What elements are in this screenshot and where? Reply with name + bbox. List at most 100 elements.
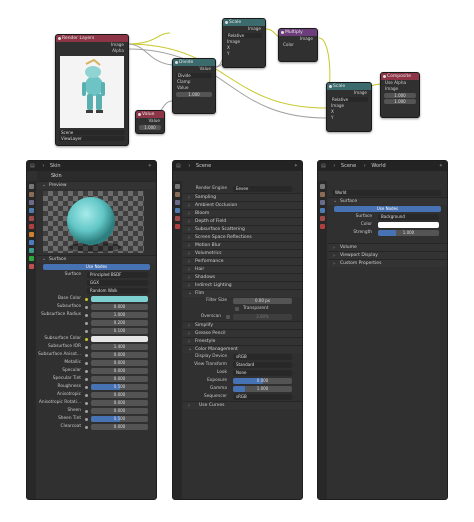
editor-type-icon[interactable]: ▤ (30, 163, 35, 169)
particles-tab-icon[interactable] (29, 248, 34, 253)
socket-dot-icon[interactable] (85, 361, 88, 365)
pin-icon[interactable]: ✦ (439, 161, 443, 171)
render-layers-node[interactable]: Render Layers Image Alpha Scene ViewLaye… (55, 34, 129, 146)
value-field[interactable]: 1.000 (91, 312, 148, 318)
value-field[interactable]: 0.500 (91, 416, 148, 422)
collapsed-section[interactable]: Shadows (183, 273, 302, 282)
color-swatch[interactable] (91, 296, 148, 302)
display-device-select[interactable]: sRGB (233, 354, 292, 360)
scale-node-2[interactable]: Scale Image Relative Image X Y (326, 82, 372, 132)
gamma-field[interactable]: 1.000 (233, 386, 292, 392)
world-datablock-select[interactable]: World (332, 190, 441, 196)
surface-shader-select[interactable]: Background (378, 214, 439, 220)
composite-node[interactable]: Composite Use Alpha Image 1.000 1.000 (380, 72, 420, 118)
collapsed-section[interactable]: Depth of Field (183, 217, 302, 226)
value-field[interactable]: 1.400 (91, 344, 148, 350)
value-field[interactable]: 0.200 (91, 320, 148, 326)
value-field[interactable]: 1.000 (176, 92, 212, 97)
surface-section[interactable]: Surface (37, 255, 156, 263)
render-tab-icon[interactable] (175, 192, 180, 197)
use-curves-subsection[interactable]: Use Curves (183, 401, 302, 410)
use-nodes-button[interactable]: Use Nodes (43, 264, 150, 270)
world-tab-icon[interactable] (320, 224, 325, 229)
collapsed-section[interactable]: Viewport Display (328, 251, 447, 260)
collapsed-section[interactable]: Hair (183, 265, 302, 274)
color-swatch[interactable] (378, 222, 439, 228)
socket-dot-icon[interactable] (85, 313, 88, 317)
socket-dot-icon[interactable] (85, 417, 88, 421)
scale-node-1[interactable]: Scale Image Relative Image X Y (222, 18, 266, 68)
material-properties-panel[interactable]: ▤ › Skin ✦ Skin Preview (26, 160, 157, 500)
socket-dot-icon[interactable] (85, 353, 88, 357)
view-layer-tab-icon[interactable] (320, 208, 325, 213)
collapsed-section[interactable]: Volumetrics (183, 249, 302, 258)
collapsed-section[interactable]: Subsurface Scattering (183, 225, 302, 234)
material-tab-icon[interactable] (29, 264, 34, 269)
z-field[interactable]: 1.000 (384, 99, 416, 104)
socket-dot-icon[interactable] (85, 297, 88, 301)
socket-dot-icon[interactable] (85, 329, 88, 333)
socket-dot-icon[interactable] (85, 369, 88, 373)
node-editor[interactable]: Render Layers Image Alpha Scene ViewLaye… (47, 12, 436, 156)
socket-dot-icon[interactable] (85, 345, 88, 349)
value-field[interactable]: 1.000 (139, 125, 161, 130)
render-tab-icon[interactable] (320, 192, 325, 197)
sequencer-select[interactable]: sRGB (233, 394, 292, 400)
socket-dot-icon[interactable] (85, 393, 88, 397)
socket-dot-icon[interactable] (85, 409, 88, 413)
scene-tab-icon[interactable] (29, 216, 34, 221)
scene-selector[interactable]: Scene (59, 130, 125, 135)
value-field[interactable]: 0.000 (91, 352, 148, 358)
render-tab-icon[interactable] (29, 192, 34, 197)
surface-section[interactable]: Surface (328, 197, 447, 205)
transparent-checkbox[interactable] (235, 307, 239, 311)
value-field[interactable]: 0.000 (91, 376, 148, 382)
socket-dot-icon[interactable] (85, 385, 88, 389)
mode-select[interactable]: Relative (226, 33, 262, 38)
collapsed-section[interactable]: Freestyle (183, 337, 302, 346)
mode-select[interactable]: Relative (330, 97, 368, 102)
film-section[interactable]: Film (183, 289, 302, 297)
socket-dot-icon[interactable] (85, 377, 88, 381)
value-field[interactable]: 0.000 (91, 360, 148, 366)
view-transform-select[interactable]: Standard (233, 362, 292, 368)
value-field[interactable]: 0.100 (91, 328, 148, 334)
pin-icon[interactable]: ✦ (294, 161, 298, 171)
collapsed-section[interactable]: Performance (183, 257, 302, 266)
collapsed-section[interactable]: Simplify (183, 321, 302, 330)
value-field[interactable]: 0.000 (91, 304, 148, 310)
node-collapse-icon[interactable] (57, 37, 61, 40)
tool-tab-icon[interactable] (175, 184, 180, 189)
tool-tab-icon[interactable] (320, 184, 325, 189)
socket-dot-icon[interactable] (85, 401, 88, 405)
surface-shader-select[interactable]: Principled BSDF (87, 272, 148, 278)
distribution-select[interactable]: GGX (87, 280, 148, 286)
color-management-section[interactable]: Color Management (183, 345, 302, 353)
scene-tab-icon[interactable] (320, 216, 325, 221)
world-properties-panel[interactable]: ▤ › Scene › World ✦ World Surface Use No… (317, 160, 448, 500)
collapsed-section[interactable]: Motion Blur (183, 241, 302, 250)
output-tab-icon[interactable] (29, 200, 34, 205)
value-field[interactable]: 0.500 (91, 384, 148, 390)
object-tab-icon[interactable] (29, 232, 34, 237)
color-swatch[interactable] (91, 336, 148, 342)
socket-dot-icon[interactable] (85, 425, 88, 429)
collapsed-section[interactable]: Custom Properties (328, 259, 447, 268)
world-tab-icon[interactable] (29, 224, 34, 229)
use-nodes-button[interactable]: Use Nodes (334, 206, 441, 212)
value-field[interactable]: 0.000 (91, 392, 148, 398)
scene-tab-icon[interactable] (175, 216, 180, 221)
exposure-field[interactable]: 0.000 (233, 378, 292, 384)
collapsed-section[interactable]: Bloom (183, 209, 302, 218)
socket-dot-icon[interactable] (85, 337, 88, 341)
collapsed-section[interactable]: Screen Space Reflections (183, 233, 302, 242)
overscan-checkbox[interactable] (226, 315, 230, 319)
output-tab-icon[interactable] (175, 200, 180, 205)
collapsed-section[interactable]: Grease Pencil (183, 329, 302, 338)
socket-dot-icon[interactable] (85, 305, 88, 309)
editor-type-icon[interactable]: ▤ (176, 163, 181, 169)
preview-section[interactable]: Preview (37, 181, 156, 189)
value-node[interactable]: Value Value 1.000 (135, 110, 165, 134)
divide-node[interactable]: Divide Value Divide Clamp Value 1.000 (172, 58, 216, 114)
view-layer-tab-icon[interactable] (29, 208, 34, 213)
